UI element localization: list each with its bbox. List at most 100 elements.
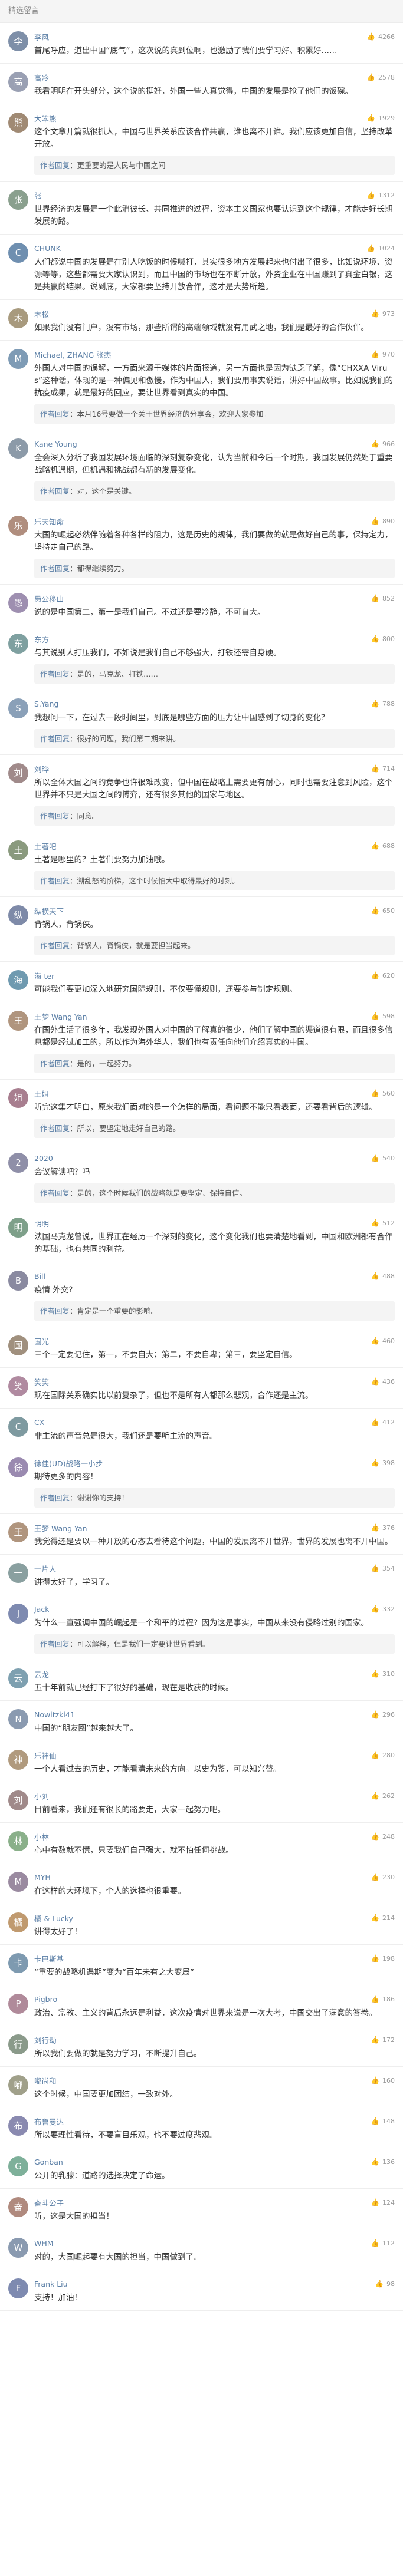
avatar[interactable]: 张 [8,190,28,210]
like-button[interactable]: 👍 966 [371,440,395,448]
comment-author[interactable]: S.Yang [34,700,58,708]
like-button[interactable]: 👍 136 [371,2158,395,2166]
like-button[interactable]: 👍 650 [371,906,395,915]
comment-author[interactable]: Gonban [34,2158,63,2166]
avatar[interactable]: 林 [8,1831,28,1851]
like-button[interactable]: 👍 1312 [366,191,395,199]
like-button[interactable]: 👍 354 [371,1564,395,1572]
comment-author[interactable]: 卡巴斯基 [34,1953,64,1964]
like-button[interactable]: 👍 160 [371,2076,395,2084]
comment-author[interactable]: 笑笑 [34,1376,49,1387]
avatar[interactable]: N [8,1709,28,1729]
avatar[interactable]: K [8,438,28,459]
avatar[interactable]: 乐 [8,516,28,536]
avatar[interactable]: 橘 [8,1912,28,1932]
comment-author[interactable]: 王梦 Wang Yan [34,1522,87,1533]
like-button[interactable]: 👍 262 [371,1792,395,1800]
like-button[interactable]: 👍 296 [371,1710,395,1719]
comment-author[interactable]: MYH [34,1873,51,1882]
like-button[interactable]: 👍 688 [371,842,395,850]
comment-author[interactable]: Pigbro [34,1995,57,2004]
like-button[interactable]: 👍 198 [371,1954,395,1962]
like-button[interactable]: 👍 172 [371,2036,395,2044]
like-button[interactable]: 👍 310 [371,1670,395,1678]
comment-author[interactable]: Kane Young [34,440,77,448]
comment-author[interactable]: CHUNK [34,244,61,253]
avatar[interactable]: F [8,2278,28,2298]
like-button[interactable]: 👍 98 [375,2280,395,2288]
avatar[interactable]: J [8,1604,28,1624]
like-button[interactable]: 👍 488 [371,1272,395,1280]
comment-author[interactable]: 王姐 [34,1088,49,1099]
like-button[interactable]: 👍 332 [371,1605,395,1613]
comment-author[interactable]: 刘行动 [34,2034,57,2046]
like-button[interactable]: 👍 560 [371,1089,395,1097]
avatar[interactable]: 徐 [8,1457,28,1477]
avatar[interactable]: 行 [8,2034,28,2054]
comment-author[interactable]: CX [34,1418,44,1427]
comment-author[interactable]: 明明 [34,1218,49,1229]
avatar[interactable]: 土 [8,840,28,860]
comment-author[interactable]: 李风 [34,31,49,42]
comment-author[interactable]: 木松 [34,308,49,319]
like-button[interactable]: 👍 620 [371,971,395,979]
avatar[interactable]: 奋 [8,2197,28,2217]
comment-author[interactable]: 大笨熊 [34,113,57,124]
like-button[interactable]: 👍 4266 [366,32,395,41]
comment-author[interactable]: 小刘 [34,1790,49,1802]
avatar[interactable]: 笑 [8,1376,28,1396]
avatar[interactable]: 海 [8,970,28,990]
comment-author[interactable]: 国光 [34,1335,49,1347]
avatar[interactable]: 姐 [8,1088,28,1108]
avatar[interactable]: M [8,349,28,369]
avatar[interactable]: B [8,1271,28,1291]
like-button[interactable]: 👍 460 [371,1337,395,1345]
avatar[interactable]: W [8,2238,28,2258]
comment-author[interactable]: 橘 & Lucky [34,1912,73,1924]
avatar[interactable]: G [8,2156,28,2176]
avatar[interactable]: 神 [8,1750,28,1770]
like-button[interactable]: 👍 973 [371,309,395,318]
like-button[interactable]: 👍 124 [371,2198,395,2206]
like-button[interactable]: 👍 970 [371,350,395,358]
avatar[interactable]: 纵 [8,905,28,925]
like-button[interactable]: 👍 436 [371,1377,395,1386]
comment-author[interactable]: 嘟尚和 [34,2075,57,2086]
comment-author[interactable]: WHM [34,2239,54,2248]
avatar[interactable]: 明 [8,1218,28,1238]
like-button[interactable]: 👍 598 [371,1012,395,1020]
avatar[interactable]: 王 [8,1011,28,1031]
comment-author[interactable]: 小林 [34,1831,49,1842]
comment-author[interactable]: 2020 [34,1154,53,1163]
avatar[interactable]: S [8,698,28,718]
like-button[interactable]: 👍 2578 [366,73,395,81]
comment-author[interactable]: 乐天知命 [34,516,64,527]
like-button[interactable]: 👍 1929 [366,114,395,122]
avatar[interactable]: 一 [8,1563,28,1583]
avatar[interactable]: C [8,243,28,263]
avatar[interactable]: 李 [8,31,28,51]
like-button[interactable]: 👍 148 [371,2117,395,2125]
comment-author[interactable]: 徐佳(UD)战略一小步 [34,1457,103,1469]
like-button[interactable]: 👍 230 [371,1873,395,1881]
like-button[interactable]: 👍 280 [371,1751,395,1759]
avatar[interactable]: 云 [8,1668,28,1688]
like-button[interactable]: 👍 186 [371,1995,395,2003]
avatar[interactable]: 愚 [8,593,28,613]
avatar[interactable]: 国 [8,1335,28,1355]
comment-author[interactable]: 纵横天下 [34,905,64,916]
like-button[interactable]: 👍 788 [371,700,395,708]
avatar[interactable]: C [8,1417,28,1437]
comment-author[interactable]: 东方 [34,634,49,645]
avatar[interactable]: 嘟 [8,2075,28,2095]
comment-author[interactable]: Jack [34,1605,49,1614]
comment-author[interactable]: 一片人 [34,1563,57,1574]
like-button[interactable]: 👍 376 [371,1523,395,1532]
like-button[interactable]: 👍 540 [371,1154,395,1162]
avatar[interactable]: 卡 [8,1953,28,1973]
like-button[interactable]: 👍 890 [371,517,395,525]
comment-author[interactable]: Bill [34,1272,45,1281]
avatar[interactable]: P [8,1994,28,2014]
comment-author[interactable]: 奋斗公子 [34,2197,64,2208]
comment-author[interactable]: Nowitzki41 [34,1710,75,1719]
